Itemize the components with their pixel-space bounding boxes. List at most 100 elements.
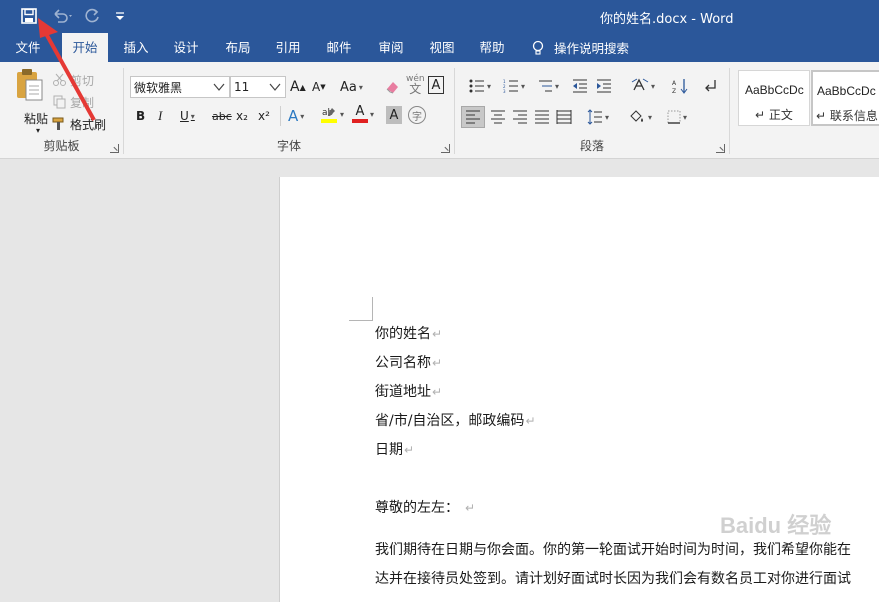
align-right-icon [513,110,527,124]
tab-view[interactable]: 视图 [420,33,464,62]
eraser-icon [386,82,398,94]
borders-button[interactable]: ▾ [661,106,693,128]
copy-button[interactable]: 复制 [52,92,94,112]
character-border-button[interactable]: A [428,76,444,94]
tab-file[interactable]: 文件 [6,33,50,62]
text-effects-button[interactable]: A ▾ [288,106,304,126]
italic-button[interactable]: I [158,106,162,126]
lightbulb-icon [532,40,544,55]
style-normal[interactable]: AaBbCcDc ↵ 正文 [738,70,810,126]
align-center-icon [491,110,505,124]
character-shading-button[interactable]: A [386,106,402,124]
underline-label: U [180,109,189,123]
change-case-button[interactable]: Aa ▾ [340,77,363,97]
enclose-characters-button[interactable]: 字 [408,106,426,124]
numbering-button[interactable]: 1 2 3 ▾ [497,76,531,96]
doc-line[interactable]: 尊敬的左左： ↵ [375,497,475,517]
cut-button[interactable]: 剪切 [52,70,94,90]
save-icon[interactable] [18,6,40,26]
title-bar: 你的姓名.docx - Word [0,0,879,33]
shrink-font-button[interactable]: A ▼ [312,77,326,97]
doc-line[interactable]: 我们期待在日期与你会面。你的第一轮面试开始时间为时间，我们希望你能在 [375,539,851,559]
tab-references[interactable]: 引用 [266,33,310,62]
tab-help[interactable]: 帮助 [470,33,514,62]
tell-me-search[interactable]: 操作说明搜索 [532,33,629,62]
font-size-value: 11 [234,80,250,94]
font-size-select[interactable]: 11 [230,76,286,98]
scissors-icon [53,73,66,86]
sort-icon: AZ [672,79,688,94]
svg-text:3: 3 [503,89,506,93]
ribbon-home: 粘贴 ▾ 剪切 复制 格式刷 剪贴板 微软雅黑 11 A▲ A▼ Aa▾ [0,62,879,159]
divider [280,106,281,126]
justify-button[interactable] [531,106,553,128]
bullets-button[interactable]: ▾ [463,76,497,96]
doc-line[interactable]: 达并在接待员处签到。请计划好面试时长因为我们会有数名员工对你进行面试 [375,568,851,588]
underline-button[interactable]: U ▾ [180,106,195,126]
align-left-icon [466,110,480,124]
tab-design[interactable]: 设计 [164,33,208,62]
font-dialog-launcher-icon[interactable] [441,144,450,153]
clipboard-dialog-launcher-icon[interactable] [110,144,119,153]
superscript-button[interactable]: x² [258,106,270,126]
subscript-button[interactable]: x₂ [236,106,248,126]
distributed-button[interactable] [553,106,575,128]
strikethrough-button[interactable]: abc [212,106,232,126]
paste-button[interactable]: 粘贴 ▾ [10,68,50,135]
doc-line[interactable]: 你的姓名↵ [375,323,442,343]
line-spacing-button[interactable]: ▾ [581,106,615,128]
font-color-button[interactable]: A ▾ [352,104,374,124]
style-contact-info[interactable]: AaBbCcDc ↵ 联系信息 [811,70,879,126]
grow-font-icon: A [290,79,300,95]
tab-mailings[interactable]: 邮件 [317,33,361,62]
tab-review[interactable]: 审阅 [369,33,413,62]
text-effects-icon: A [288,107,299,125]
bold-button[interactable]: B [136,106,145,126]
chevron-down-icon[interactable]: ▾ [36,126,40,135]
chinese-layout-button[interactable]: ▾ [625,76,661,96]
chinese-layout-icon [631,78,649,91]
doc-line[interactable]: 日期↵ [375,439,414,459]
multilevel-list-button[interactable]: ▾ [531,76,565,96]
tab-home[interactable]: 开始 [62,33,108,62]
paint-bucket-icon [630,110,643,122]
shading-button[interactable]: ▾ [623,106,657,128]
svg-text:Z: Z [672,88,676,94]
sort-button[interactable]: AZ [669,76,691,96]
highlight-color-button[interactable]: ab ▾ [320,104,344,124]
tab-layout[interactable]: 布局 [216,33,260,62]
undo-icon[interactable] [50,6,76,26]
tab-insert[interactable]: 插入 [114,33,158,62]
subscript-label: x₂ [236,109,248,123]
shrink-font-icon: A [312,80,321,94]
align-left-button[interactable] [461,106,485,128]
increase-indent-button[interactable] [593,76,615,96]
redo-icon[interactable] [84,6,102,26]
phonetic-guide-button[interactable]: wén 文 [406,74,425,95]
bullet-list-icon [469,79,484,93]
font-name-select[interactable]: 微软雅黑 [130,76,230,98]
decrease-indent-button[interactable] [569,76,591,96]
increase-indent-icon [597,79,611,93]
show-hide-marks-button[interactable] [699,76,721,96]
decrease-indent-icon [573,79,587,93]
justify-icon [535,110,549,124]
cut-label: 剪切 [70,73,95,88]
clipboard-group-label: 剪贴板 [43,139,80,153]
align-right-button[interactable] [509,106,531,128]
paragraph-group: ▾ 1 2 3 ▾ ▾ ▾ AZ ▾ ▾ ▾ 段落 [455,62,729,158]
format-painter-button[interactable]: 格式刷 [52,114,106,134]
watermark: Baidu 经验 [720,513,832,538]
paragraph-dialog-launcher-icon[interactable] [716,144,725,153]
highlighter-icon: ab [321,108,337,123]
doc-line[interactable]: 街道地址↵ [375,381,442,401]
font-group: 微软雅黑 11 A ▲ A ▼ Aa ▾ wén 文 A B I U ▾ abc x₂ x… [124,62,454,158]
grow-font-button[interactable]: A ▲ [290,77,306,97]
align-center-button[interactable] [487,106,509,128]
style-name: ↵ 联系信息 [816,109,878,123]
customize-qat-icon[interactable] [112,6,128,26]
doc-line[interactable]: 公司名称↵ [375,352,442,372]
copy-icon [53,95,66,109]
doc-line[interactable]: 省/市/自治区，邮政编码↵ [375,410,536,430]
clear-formatting-button[interactable] [384,77,400,97]
